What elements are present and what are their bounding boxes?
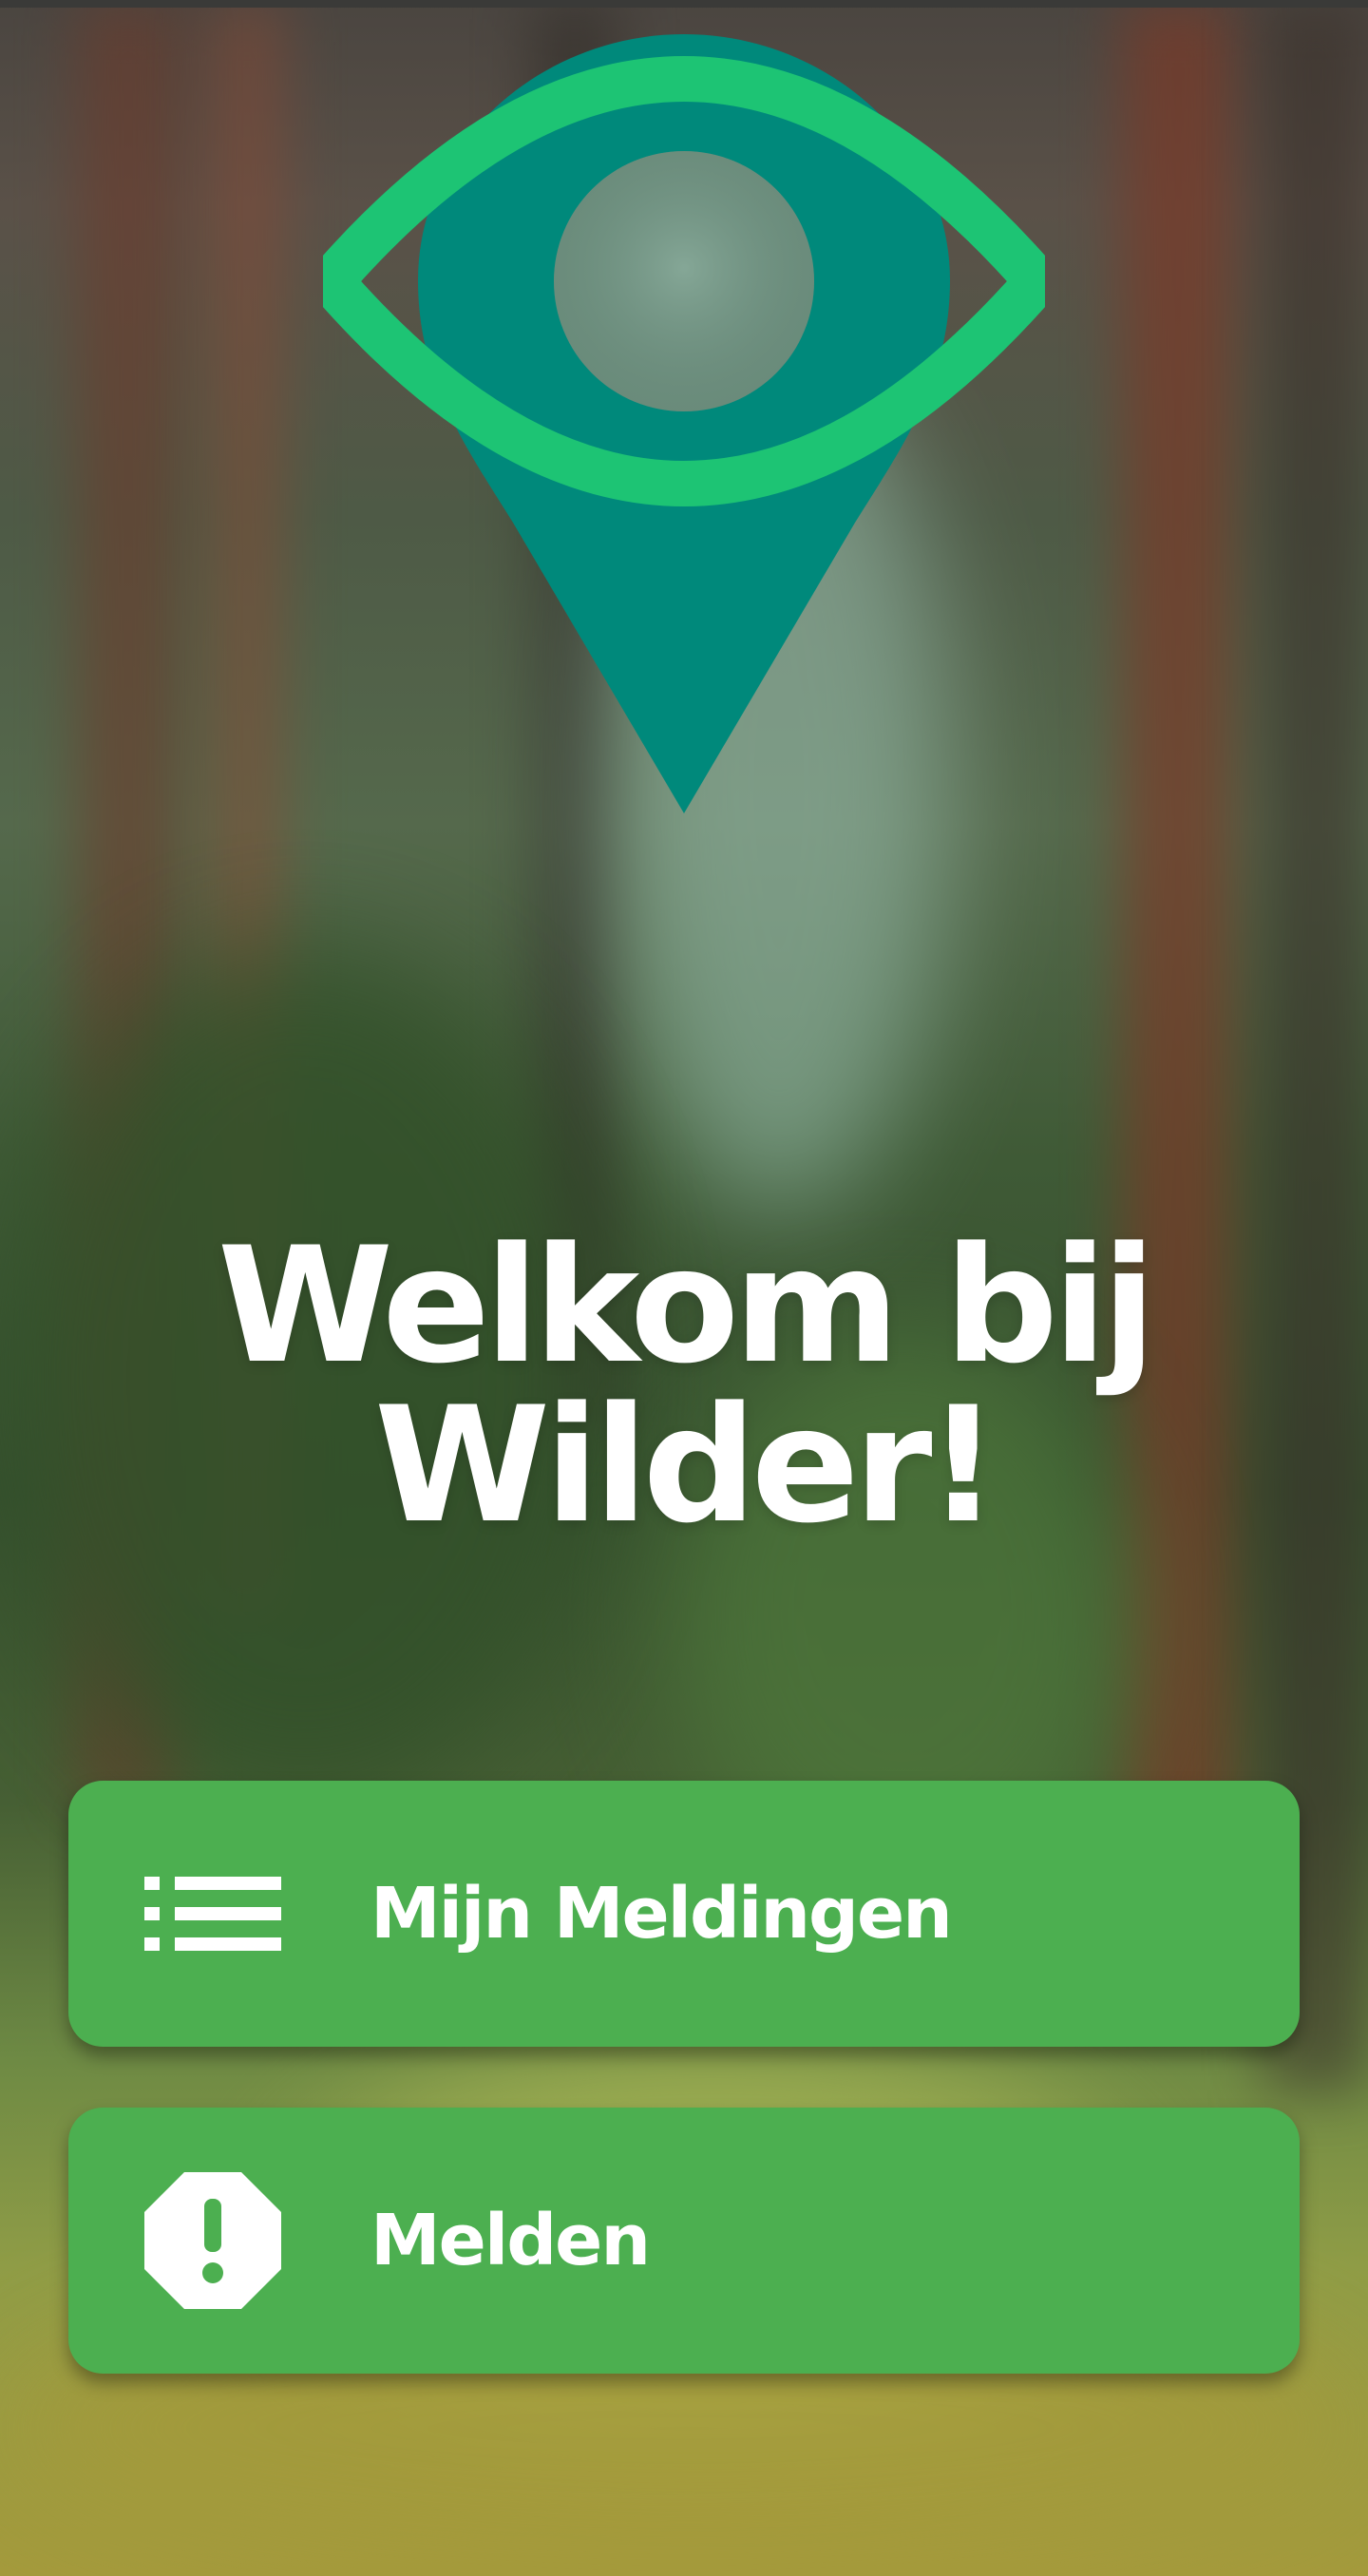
report-button[interactable]: Melden — [68, 2108, 1300, 2374]
my-reports-button[interactable]: Mijn Meldingen — [68, 1781, 1300, 2047]
list-icon — [144, 1877, 281, 1951]
status-bar — [0, 0, 1368, 8]
eye-location-pin-icon — [323, 34, 1045, 813]
my-reports-label: Mijn Meldingen — [370, 1873, 953, 1955]
alert-octagon-icon — [144, 2172, 281, 2309]
report-label: Melden — [370, 2200, 651, 2281]
welcome-title: Welkom bij Wilder! — [217, 1212, 1156, 1558]
